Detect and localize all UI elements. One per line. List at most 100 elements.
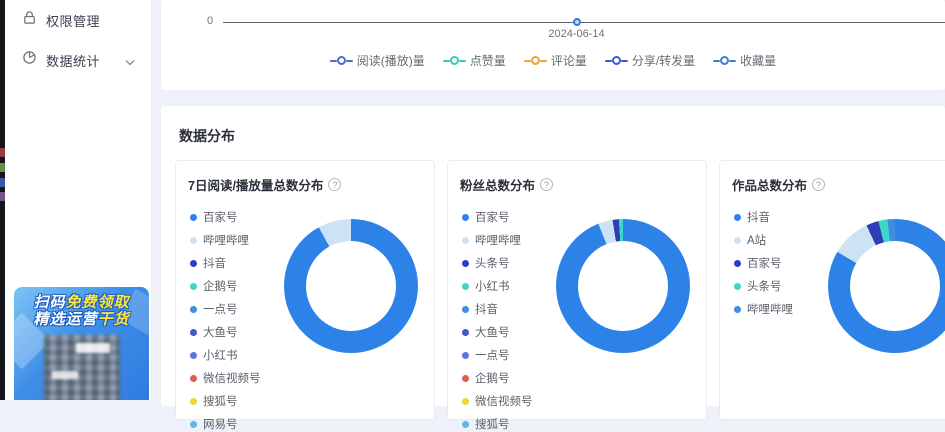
pie-legend-item[interactable]: 小红书 bbox=[190, 347, 261, 363]
legend-dot-icon bbox=[190, 398, 197, 405]
donut-chart[interactable] bbox=[556, 219, 690, 353]
pie-legend-item[interactable]: 哔哩哔哩 bbox=[462, 232, 533, 248]
legend-dot-icon bbox=[462, 306, 469, 313]
pie-legend-item[interactable]: 哔哩哔哩 bbox=[190, 232, 261, 248]
pie-legend-label: 百家号 bbox=[747, 255, 782, 271]
chart-title: 作品总数分布 bbox=[732, 175, 807, 194]
qr-code-highlight bbox=[76, 343, 110, 353]
pie-legend-item[interactable]: 企鹅号 bbox=[190, 278, 261, 294]
pie-legend-label: 小红书 bbox=[203, 347, 238, 363]
line-series-marker-icon bbox=[443, 56, 466, 65]
donut-chart[interactable] bbox=[828, 219, 945, 353]
pie-legend-label: 抖音 bbox=[203, 255, 226, 271]
pie-legend-label: 哔哩哔哩 bbox=[747, 301, 793, 317]
legend-dot-icon bbox=[190, 421, 197, 428]
chevron-down-icon[interactable] bbox=[125, 53, 135, 71]
legend-dot-icon bbox=[734, 306, 741, 313]
trend-legend-item[interactable]: 阅读(播放)量 bbox=[330, 52, 425, 69]
trend-legend-label: 收藏量 bbox=[740, 52, 776, 69]
pie-legend-label: 搜狐号 bbox=[475, 416, 510, 432]
legend-dot-icon bbox=[462, 398, 469, 405]
pie-legend-item[interactable]: 微信视频号 bbox=[462, 393, 533, 409]
legend-dot-icon bbox=[462, 260, 469, 267]
pie-legend-item[interactable]: 哔哩哔哩 bbox=[734, 301, 793, 317]
legend-dot-icon bbox=[190, 352, 197, 359]
sidebar: 权限管理 数据统计 扫码免费领取 精选运营干货 bbox=[5, 0, 152, 400]
pie-legend-item[interactable]: 抖音 bbox=[462, 301, 533, 317]
donut-chart[interactable] bbox=[284, 219, 418, 353]
pie-legend-item[interactable]: 抖音 bbox=[190, 255, 261, 271]
pie-chart-card: 作品总数分布 抖音 A站百家号头条号哔哩哔哩 bbox=[719, 160, 945, 420]
trend-legend-label: 点赞量 bbox=[470, 52, 506, 69]
pie-legend-item[interactable]: 企鹅号 bbox=[462, 370, 533, 386]
sidebar-item-label: 数据统计 bbox=[46, 51, 100, 70]
help-icon[interactable] bbox=[540, 178, 553, 191]
pie-legend-item[interactable]: 小红书 bbox=[462, 278, 533, 294]
pie-legend-label: 微信视频号 bbox=[203, 370, 261, 386]
line-series-marker-icon bbox=[330, 56, 353, 65]
pie-legend-label: 百家号 bbox=[475, 209, 510, 225]
pie-legend-item[interactable]: 大鱼号 bbox=[190, 324, 261, 340]
trend-legend: 阅读(播放)量 点赞量 评论量 分享/转发量 收藏量 bbox=[161, 52, 945, 69]
pie-legend-item[interactable]: 网易号 bbox=[190, 416, 261, 432]
qr-code-highlight bbox=[52, 371, 78, 379]
legend-dot-icon bbox=[190, 375, 197, 382]
sidebar-item-permissions[interactable]: 权限管理 bbox=[5, 0, 151, 40]
help-icon[interactable] bbox=[812, 178, 825, 191]
pie-legend-item[interactable]: 百家号 bbox=[734, 255, 793, 271]
pie-legend-label: 一点号 bbox=[203, 301, 238, 317]
pie-legend-item[interactable]: 大鱼号 bbox=[462, 324, 533, 340]
x-axis-line bbox=[223, 22, 945, 23]
legend-dot-icon bbox=[734, 214, 741, 221]
pie-legend-item[interactable]: 一点号 bbox=[462, 347, 533, 363]
pie-legend-item[interactable]: 百家号 bbox=[190, 209, 261, 225]
pie-legend-item[interactable]: 头条号 bbox=[734, 278, 793, 294]
trend-legend-item[interactable]: 评论量 bbox=[524, 52, 587, 69]
line-series-marker-icon bbox=[524, 56, 547, 65]
trend-legend-label: 分享/转发量 bbox=[632, 52, 695, 69]
pie-legend-label: 头条号 bbox=[747, 278, 782, 294]
legend-dot-icon bbox=[190, 260, 197, 267]
help-icon[interactable] bbox=[328, 178, 341, 191]
legend-dot-icon bbox=[190, 214, 197, 221]
pie-legend-label: 抖音 bbox=[475, 301, 498, 317]
pie-legend-item[interactable]: 头条号 bbox=[462, 255, 533, 271]
pie-legend-label: A站 bbox=[747, 232, 766, 248]
line-series-marker-icon bbox=[605, 56, 628, 65]
pie-legend-label: 百家号 bbox=[203, 209, 238, 225]
legend-dot-icon bbox=[190, 283, 197, 290]
pie-legend-label: 大鱼号 bbox=[203, 324, 238, 340]
pie-legend: 抖音 A站百家号头条号哔哩哔哩 bbox=[734, 209, 793, 317]
pie-legend-item[interactable]: 搜狐号 bbox=[190, 393, 261, 409]
pie-legend-label: 大鱼号 bbox=[475, 324, 510, 340]
legend-dot-icon bbox=[462, 237, 469, 244]
legend-dot-icon bbox=[190, 329, 197, 336]
sidebar-item-statistics[interactable]: 数据统计 bbox=[5, 40, 151, 80]
line-series-marker-icon bbox=[713, 56, 736, 65]
pie-legend-item[interactable]: 抖音 bbox=[734, 209, 793, 225]
pie-legend-item[interactable]: 搜狐号 bbox=[462, 416, 533, 432]
trend-legend-item[interactable]: 收藏量 bbox=[713, 52, 776, 69]
banner-headline-2: 精选运营干货 bbox=[14, 311, 149, 328]
trend-legend-label: 评论量 bbox=[551, 52, 587, 69]
promo-banner[interactable]: 扫码免费领取 精选运营干货 bbox=[14, 287, 149, 400]
section-title: 数据分布 bbox=[179, 126, 945, 146]
pie-legend-label: 小红书 bbox=[475, 278, 510, 294]
pie-legend-item[interactable]: A站 bbox=[734, 232, 793, 248]
sidebar-item-label: 权限管理 bbox=[46, 11, 100, 30]
trend-legend-item[interactable]: 分享/转发量 bbox=[605, 52, 695, 69]
data-distribution-card: 数据分布 7日阅读/播放量总数分布 百家号哔哩哔哩抖音企鹅号一点号大鱼号小红书微… bbox=[161, 106, 945, 406]
data-point-marker[interactable] bbox=[573, 18, 581, 26]
pie-legend-label: 搜狐号 bbox=[203, 393, 238, 409]
chart-title: 7日阅读/播放量总数分布 bbox=[188, 175, 323, 194]
pie-legend-label: 企鹅号 bbox=[203, 278, 238, 294]
pie-legend-label: 抖音 bbox=[747, 209, 770, 225]
pie-legend-item[interactable]: 百家号 bbox=[462, 209, 533, 225]
legend-dot-icon bbox=[462, 214, 469, 221]
pie-legend-item[interactable]: 微信视频号 bbox=[190, 370, 261, 386]
distribution-cards-row: 7日阅读/播放量总数分布 百家号哔哩哔哩抖音企鹅号一点号大鱼号小红书微信视频号搜… bbox=[175, 160, 945, 420]
legend-dot-icon bbox=[462, 421, 469, 428]
pie-chart-card: 7日阅读/播放量总数分布 百家号哔哩哔哩抖音企鹅号一点号大鱼号小红书微信视频号搜… bbox=[175, 160, 435, 420]
pie-legend-item[interactable]: 一点号 bbox=[190, 301, 261, 317]
trend-legend-item[interactable]: 点赞量 bbox=[443, 52, 506, 69]
